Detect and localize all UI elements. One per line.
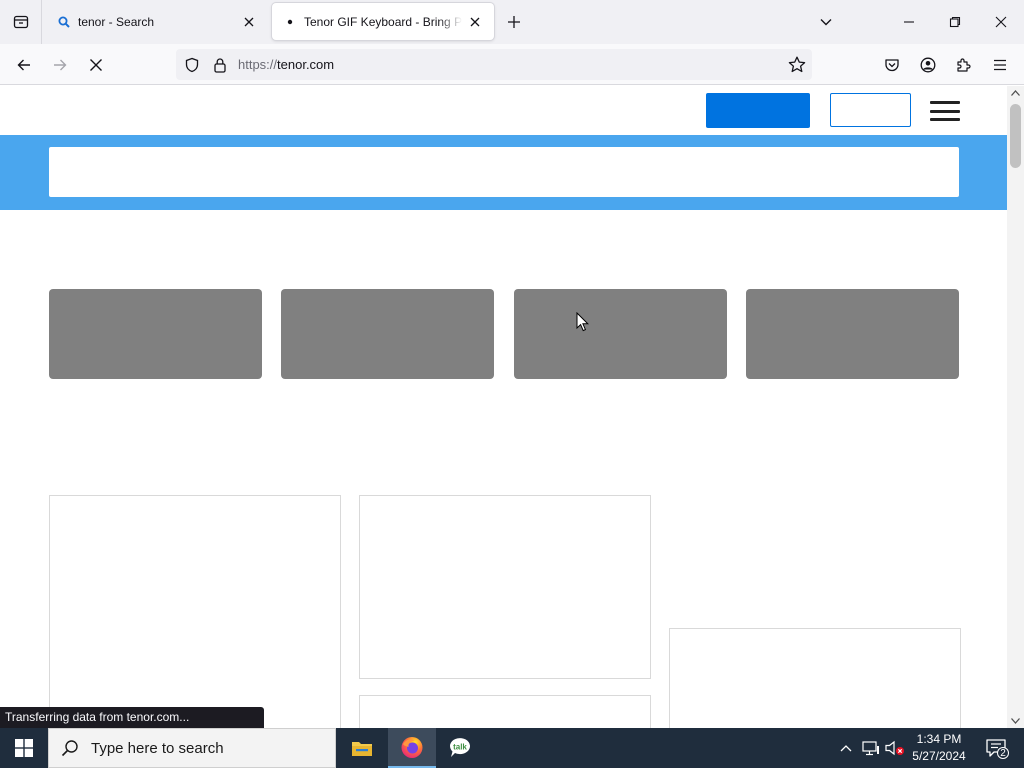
list-all-tabs-button[interactable] [816,12,836,32]
tab-title: tenor - Search [78,14,155,29]
scroll-down-icon[interactable] [1007,714,1024,728]
forward-button[interactable] [47,52,73,78]
notification-count-badge: 2 [997,747,1009,759]
mouse-pointer-icon [576,312,589,332]
search-icon [61,740,78,757]
status-panel: Transferring data from tenor.com... [0,707,264,728]
network-icon [862,741,879,756]
folder-icon [352,742,372,756]
firefox-icon [401,737,423,758]
file-explorer-taskbar-button[interactable] [338,728,386,768]
app-menu-button[interactable] [987,52,1013,78]
windows-taskbar: Type here to search talk 1:34 PM 5/27/20… [0,728,1024,768]
clock-date: 5/27/2024 [912,749,966,763]
scrollbar-thumb[interactable] [1010,104,1021,168]
gif-card[interactable] [49,495,341,728]
action-center-button[interactable]: 2 [980,728,1012,768]
search-input[interactable] [49,147,959,197]
upload-button[interactable] [706,93,810,128]
page-scrollbar[interactable] [1007,86,1024,728]
tab-title: Tenor GIF Keyboard - Bring Personality T… [304,14,462,29]
gif-card[interactable] [359,695,651,728]
restore-button[interactable] [932,0,978,44]
web-page [0,86,1007,728]
arrow-left-icon [17,59,30,71]
minimize-button[interactable] [886,0,932,44]
puzzle-icon [957,58,971,72]
pocket-button[interactable] [879,52,905,78]
network-status-button[interactable] [860,728,882,768]
start-button[interactable] [0,728,48,768]
stop-button[interactable] [83,52,109,78]
stop-icon [90,59,102,71]
close-icon [995,16,1007,28]
address-bar[interactable]: https://tenor.com [176,49,812,80]
clock-time: 1:34 PM [916,732,962,746]
category-tile[interactable] [746,289,959,379]
back-button[interactable] [11,52,37,78]
close-tab-icon[interactable] [240,13,258,31]
gif-card[interactable] [669,628,961,728]
bookmark-star-icon[interactable] [788,56,806,76]
url-protocol: https:// [238,57,278,72]
hamburger-menu-icon[interactable] [930,101,960,121]
minimize-icon [904,21,914,23]
search-banner [0,135,1007,210]
speaker-muted-icon [885,740,904,756]
close-tab-icon[interactable] [466,13,484,31]
new-tab-button[interactable] [504,12,524,32]
pocket-icon [885,59,899,72]
search-icon [56,14,72,30]
lock-icon[interactable] [212,57,228,73]
tab-tenor-search[interactable]: tenor - Search [46,3,268,40]
extensions-button[interactable] [951,52,977,78]
category-tile[interactable] [281,289,494,379]
svg-text:talk: talk [453,743,467,752]
chevron-down-icon [820,19,832,26]
volume-button[interactable] [884,728,906,768]
plus-icon [508,16,520,28]
navigation-toolbar: https://tenor.com [0,44,1024,85]
firefox-view-icon [13,15,28,29]
url-host: tenor.com [277,57,335,72]
restore-icon [949,16,961,28]
tab-tenor-gif-keyboard[interactable]: Tenor GIF Keyboard - Bring Personality T… [272,3,494,40]
taskbar-clock[interactable]: 1:34 PM 5/27/2024 [906,728,972,768]
firefox-taskbar-button[interactable] [388,728,436,768]
category-tile[interactable] [514,289,727,379]
firefox-view-button[interactable] [0,0,42,44]
dot-icon [282,14,298,30]
windows-logo-icon [15,739,33,757]
menu-icon [994,59,1006,71]
url-text: https://tenor.com [238,57,334,72]
gif-card[interactable] [359,495,651,679]
account-icon [920,57,936,73]
arrow-right-icon [54,59,67,71]
category-tile[interactable] [49,289,262,379]
login-button[interactable] [830,93,911,127]
scroll-up-icon[interactable] [1007,86,1024,100]
show-hidden-icons-button[interactable] [836,728,856,768]
close-window-button[interactable] [978,0,1024,44]
tab-strip: tenor - Search Tenor GIF Keyboard - Brin… [0,0,1024,44]
shield-icon[interactable] [184,57,200,73]
taskbar-search-box[interactable]: Type here to search [48,728,336,768]
taskbar-search-placeholder: Type here to search [91,739,224,757]
chevron-up-icon [840,745,852,752]
talk-icon: talk [450,738,470,757]
talk-app-taskbar-button[interactable]: talk [436,728,484,768]
account-button[interactable] [915,52,941,78]
